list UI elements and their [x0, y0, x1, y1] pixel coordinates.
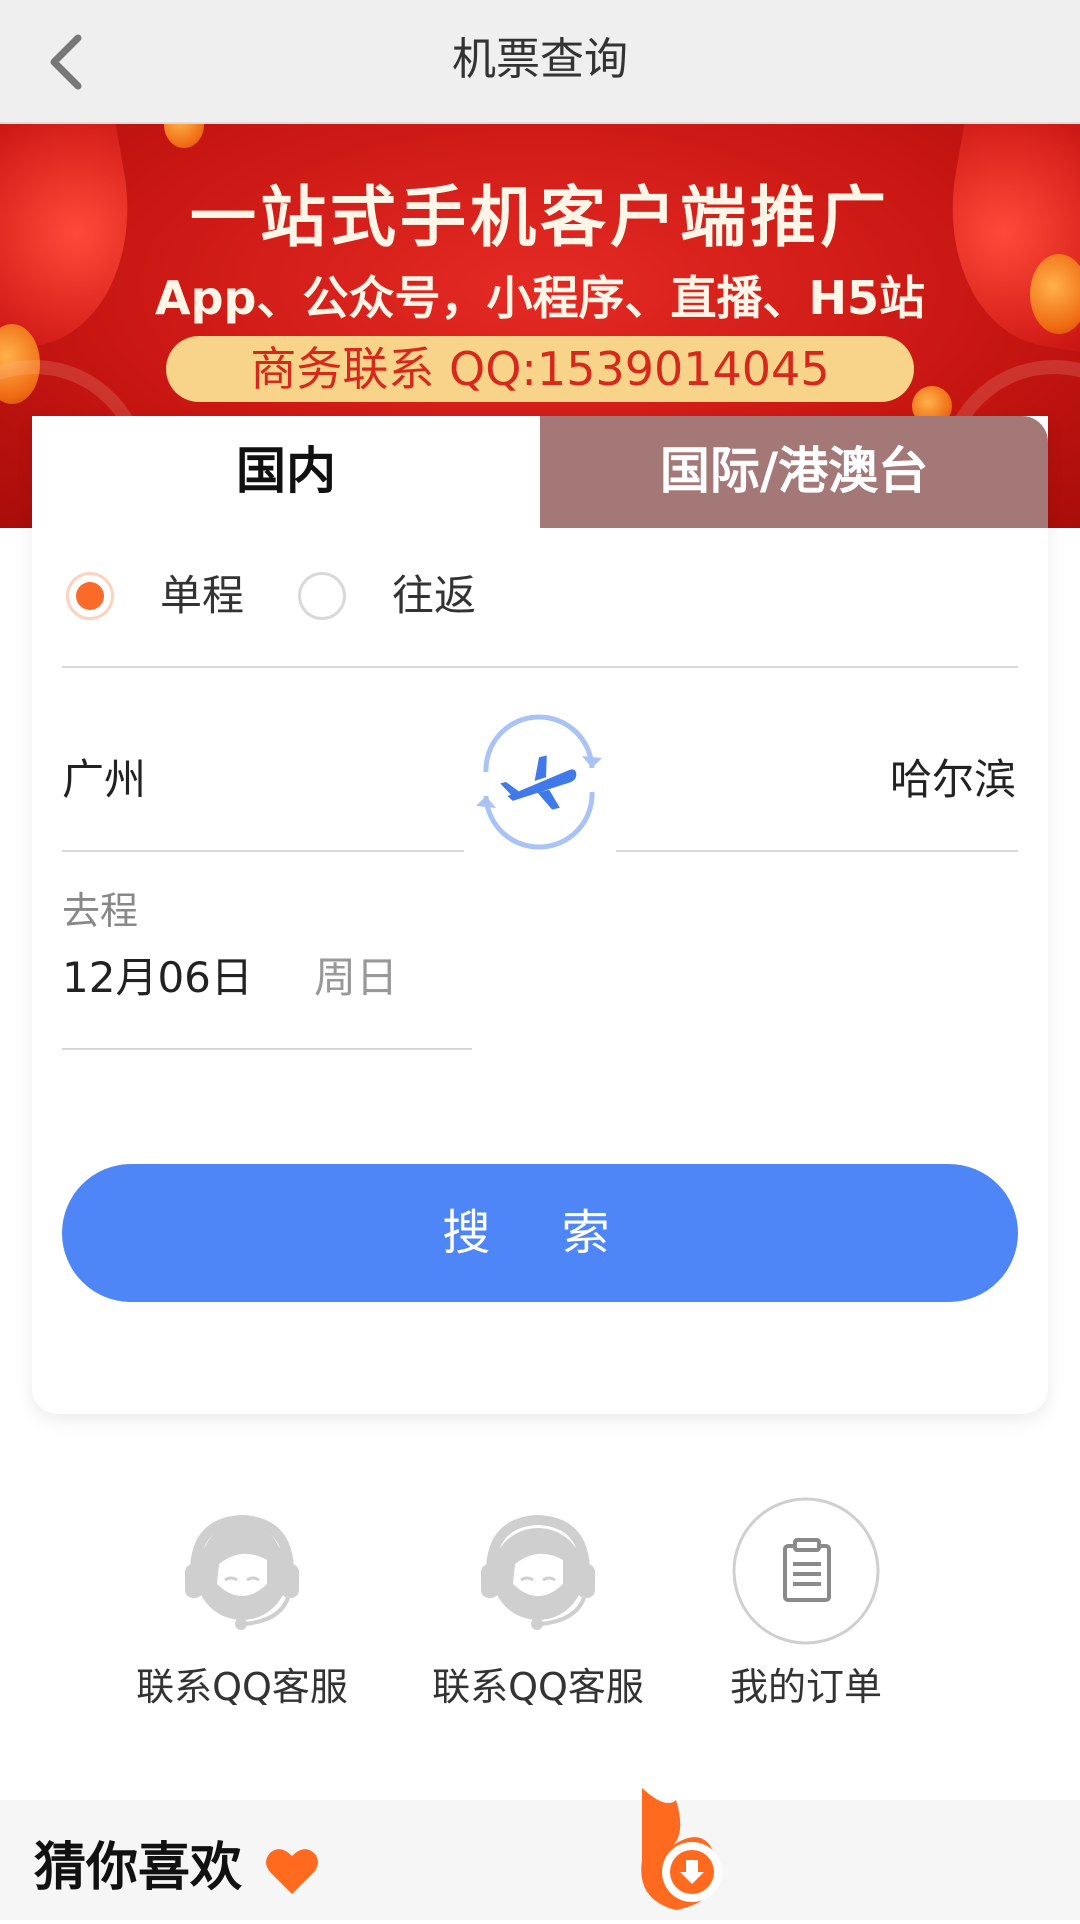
- tab-international[interactable]: 国际/港澳台: [540, 416, 1048, 528]
- customer-service-headset-icon: [463, 1496, 613, 1646]
- contact-qq-service-2[interactable]: 联系QQ客服: [418, 1496, 658, 1712]
- my-orders[interactable]: 我的订单: [686, 1496, 926, 1712]
- tab-domestic[interactable]: 国内: [32, 416, 540, 528]
- divider: [62, 1048, 472, 1050]
- one-way-radio[interactable]: [66, 572, 114, 620]
- banner-contact: 商务联系 QQ:1539014045: [166, 336, 914, 402]
- plane-swap-icon: [476, 714, 602, 850]
- search-button[interactable]: 搜 索: [62, 1164, 1018, 1302]
- one-way-label[interactable]: 单程: [160, 568, 244, 624]
- trip-type-selector: 单程 往返: [62, 560, 1022, 640]
- divider: [616, 850, 1018, 852]
- departure-date[interactable]: 12月06日: [62, 950, 253, 1006]
- shortcut-label: 我的订单: [729, 1665, 882, 1709]
- banner-subline: App、公众号，小程序、直播、H5站: [155, 271, 925, 325]
- departure-caption: 去程: [62, 889, 139, 933]
- watermark-logo: [636, 1780, 1080, 1920]
- top-bar: 机票查询: [0, 0, 1080, 124]
- page-title: 机票查询: [452, 34, 628, 85]
- lantern-decoration: [164, 124, 204, 148]
- divider: [62, 850, 464, 852]
- shortcut-label: 联系QQ客服: [432, 1665, 644, 1709]
- departure-weekday: 周日: [314, 953, 399, 1002]
- heart-icon: [266, 1849, 318, 1894]
- recommend-title: 猜你喜欢: [34, 1838, 243, 1898]
- round-trip-radio[interactable]: [298, 572, 346, 620]
- banner-headline: 一站式手机客户端推广: [190, 179, 890, 256]
- divider: [62, 666, 1018, 668]
- shortcut-label: 联系QQ客服: [136, 1665, 348, 1709]
- arrival-city[interactable]: 哈尔滨: [890, 752, 1016, 808]
- departure-city[interactable]: 广州: [62, 752, 146, 808]
- round-trip-label[interactable]: 往返: [392, 568, 476, 624]
- customer-service-headset-icon: [167, 1496, 317, 1646]
- swap-cities-button[interactable]: [464, 712, 614, 852]
- contact-qq-service-1[interactable]: 联系QQ客服: [122, 1496, 362, 1712]
- clipboard-icon: [731, 1496, 881, 1646]
